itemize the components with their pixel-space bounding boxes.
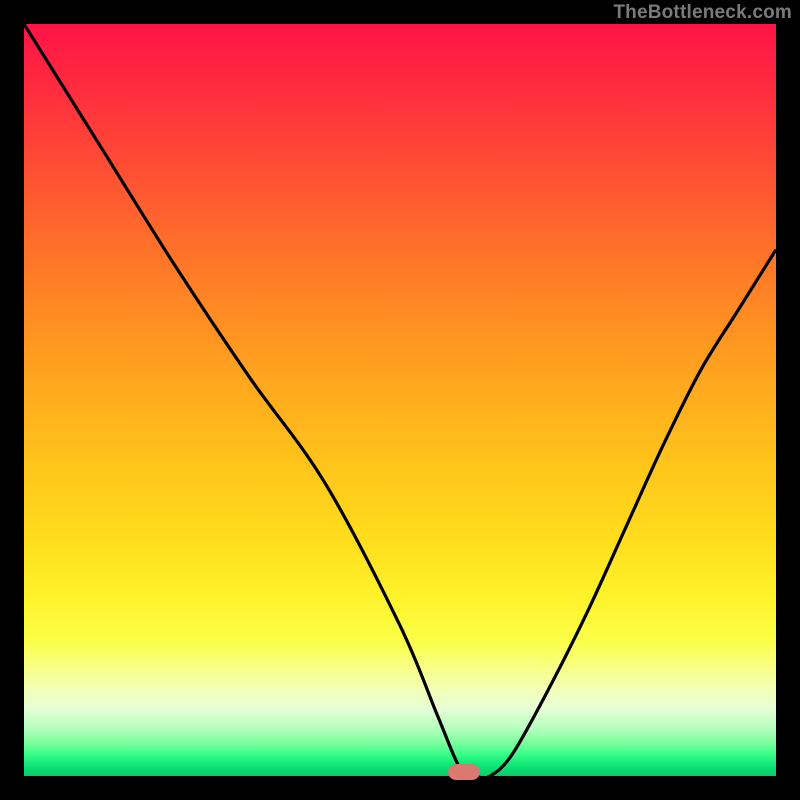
bottleneck-curve [24, 24, 776, 776]
watermark-text: TheBottleneck.com [613, 2, 792, 24]
min-marker [448, 764, 480, 780]
chart-frame: TheBottleneck.com [0, 0, 800, 800]
plot-area [24, 24, 776, 776]
